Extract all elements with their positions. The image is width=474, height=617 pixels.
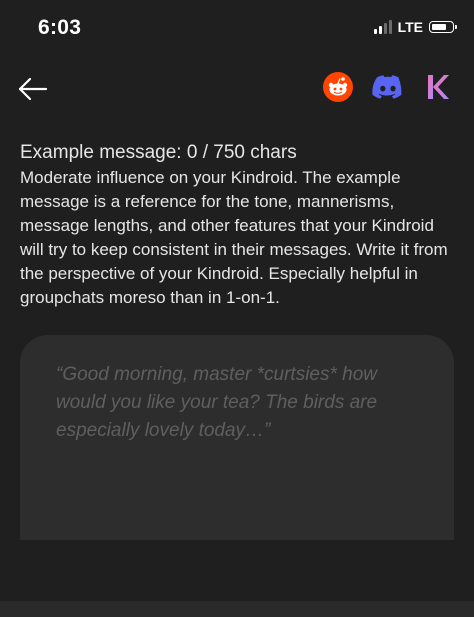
header [0, 68, 474, 108]
status-bar: 6:03 LTE [0, 0, 474, 56]
example-message-input[interactable]: “Good morning, master *curtsies* how wou… [20, 335, 454, 540]
bottom-bar [0, 601, 474, 617]
header-icons [322, 71, 454, 103]
example-message-description: Moderate influence on your Kindroid. The… [20, 168, 448, 307]
kindroid-button[interactable] [422, 71, 454, 103]
example-message-placeholder: “Good morning, master *curtsies* how wou… [56, 364, 378, 441]
arrow-left-icon [18, 77, 48, 101]
discord-icon [372, 75, 402, 99]
status-time: 6:03 [38, 16, 82, 39]
back-button[interactable] [16, 72, 50, 106]
status-indicators: LTE [373, 19, 457, 35]
kindroid-icon [428, 75, 449, 99]
reddit-icon [323, 72, 353, 102]
example-message-section: Example message: 0 / 750 chars Moderate … [20, 140, 456, 310]
example-message-title: Example message: 0 / 750 chars [20, 142, 297, 163]
reddit-button[interactable] [322, 71, 354, 103]
signal-icon [373, 20, 392, 34]
network-type: LTE [397, 19, 423, 35]
battery-icon [429, 21, 457, 33]
discord-button[interactable] [372, 71, 404, 103]
